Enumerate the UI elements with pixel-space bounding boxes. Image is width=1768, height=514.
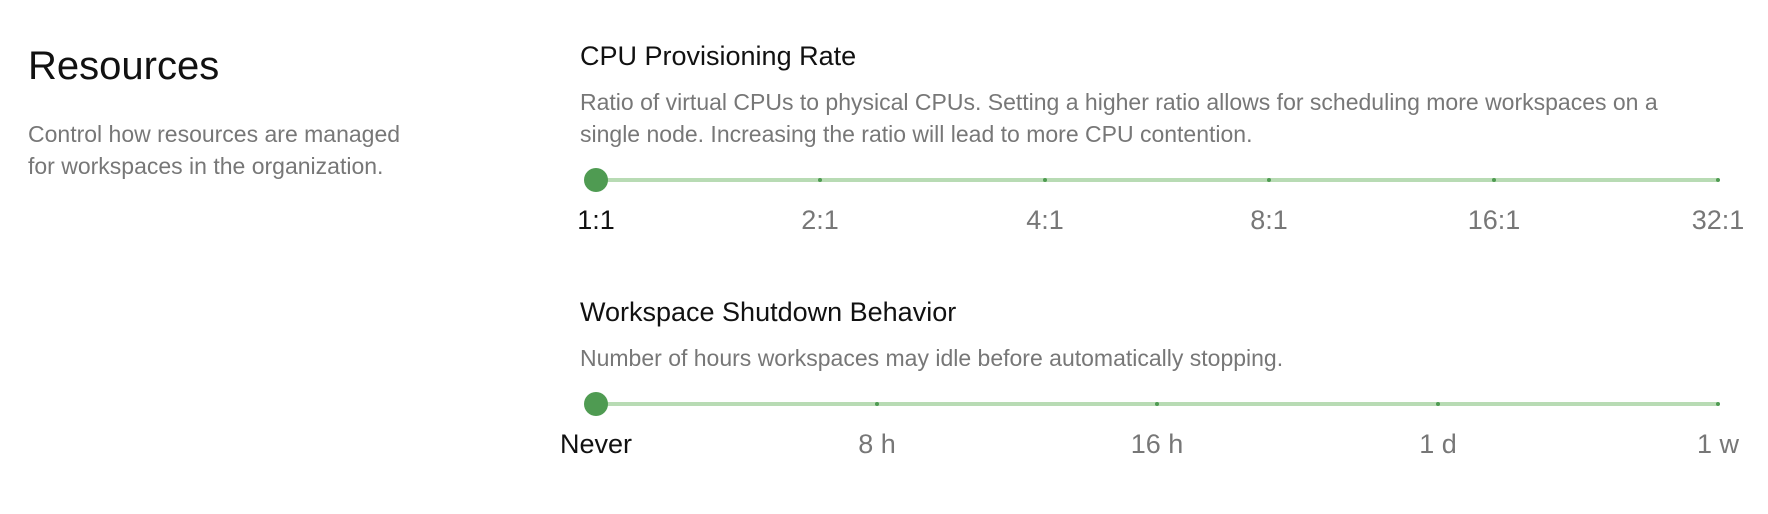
slider-tick-mark [1716,402,1720,406]
cpu-provisioning-slider[interactable]: 1:1 2:1 4:1 8:1 16:1 32:1 [577,165,1744,235]
slider-tick-label[interactable]: 4:1 [1026,203,1064,237]
slider-tick-mark [1043,178,1047,182]
shutdown-title: Workspace Shutdown Behavior [580,297,957,327]
slider-tick-label[interactable]: 8:1 [1250,203,1288,237]
resources-panel: Resources Control how resources are mana… [28,40,428,182]
shutdown-behavior-slider[interactable]: Never 8 h 16 h 1 d 1 w [560,389,1739,459]
slider-tick-mark [1436,402,1440,406]
shutdown-section: Workspace Shutdown Behavior Number of ho… [580,294,1720,374]
page-title: Resources [28,44,220,88]
slider-tick-label[interactable]: 16 h [1131,427,1184,461]
slider-tick-mark [875,402,879,406]
cpu-provisioning-description: Ratio of virtual CPUs to physical CPUs. … [580,89,1658,147]
slider-tick-label[interactable]: Never [560,427,632,461]
slider-tick-mark [1155,402,1159,406]
slider-track[interactable] [596,178,1718,182]
cpu-provisioning-title: CPU Provisioning Rate [580,41,857,71]
slider-tick-label[interactable]: 32:1 [1692,203,1745,237]
shutdown-description: Number of hours workspaces may idle befo… [580,345,1284,371]
slider-tick-mark [1716,178,1720,182]
slider-tick-label[interactable]: 16:1 [1468,203,1521,237]
slider-tick-mark [1492,178,1496,182]
slider-tick-label[interactable]: 1 d [1419,427,1457,461]
slider-tick-label[interactable]: 1:1 [577,203,615,237]
slider-tick-label[interactable]: 8 h [858,427,896,461]
slider-tick-mark [818,178,822,182]
slider-thumb[interactable] [584,168,608,192]
page-description: Control how resources are managed for wo… [28,121,401,179]
cpu-provisioning-section: CPU Provisioning Rate Ratio of virtual C… [580,38,1720,150]
slider-tick-label[interactable]: 1 w [1697,427,1739,461]
slider-thumb[interactable] [584,392,608,416]
slider-tick-label[interactable]: 2:1 [801,203,839,237]
slider-tick-mark [1267,178,1271,182]
